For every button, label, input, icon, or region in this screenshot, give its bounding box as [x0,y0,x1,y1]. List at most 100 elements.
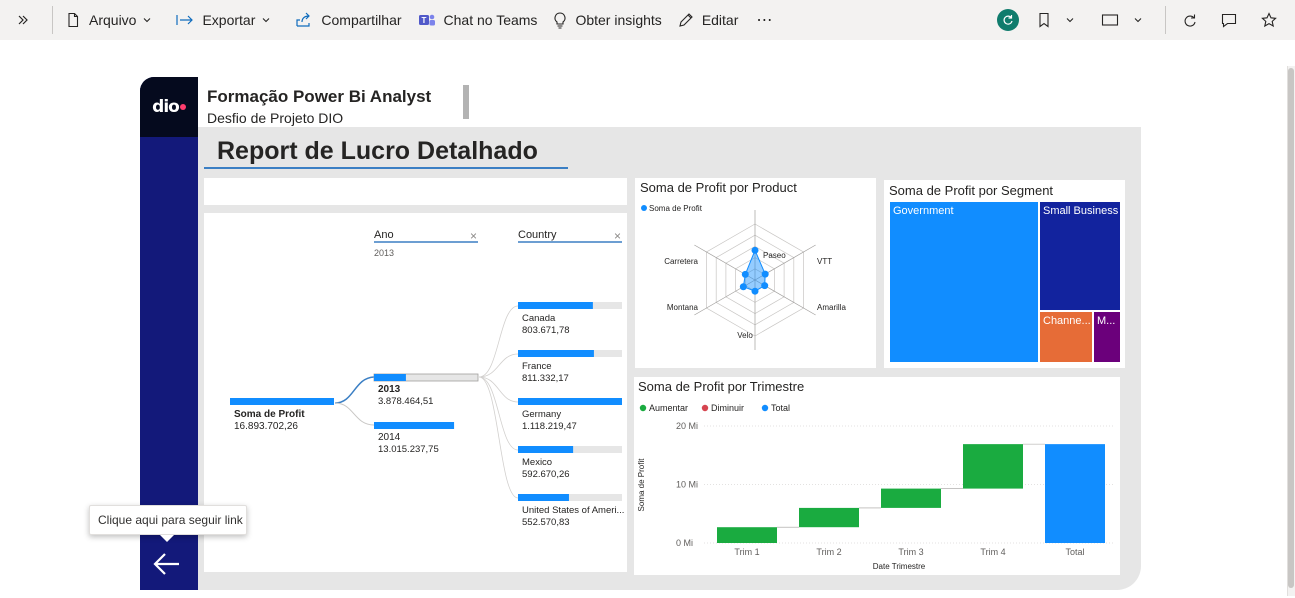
year-label[interactable]: 2013 [378,384,401,395]
country-header: Country [518,229,557,241]
toolbar-divider [1165,6,1166,34]
radar-axis-label: Amarilla [817,303,846,312]
waterfall-bar[interactable] [963,444,1023,489]
tooltip-tail [160,535,174,542]
bookmark-button[interactable] [1033,0,1087,40]
year-bar [374,422,455,429]
svg-text:T: T [421,16,426,25]
ano-header: Ano [374,229,394,241]
reload-button[interactable] [1170,0,1213,40]
waterfall-x-tick: Trim 4 [980,547,1005,557]
radar-chart: Soma de Profit Paseo VTT Amarilla Velo Monta… [641,204,846,350]
radar-point[interactable] [761,270,769,278]
radar-axis-label: Velo [737,331,753,340]
insights-label: Obter insights [575,12,662,28]
country-close-icon[interactable]: × [614,229,621,243]
view-icon [1101,14,1119,26]
more-options-button[interactable]: ⋯ [746,0,781,40]
star-icon [1261,12,1277,28]
heading-underline [204,167,568,169]
year-value: 13.015.237,75 [378,444,439,455]
tree-connector-active [334,376,375,404]
export-menu-button[interactable]: Exportar [168,0,287,40]
export-menu-label: Exportar [202,12,256,28]
year-label[interactable]: 2014 [378,432,401,443]
dio-logo: dio [140,77,198,137]
waterfall-chart-panel[interactable]: Soma de Profit por Trimestre Aumentar Dim… [634,377,1120,575]
waterfall-y-axis-title: Soma de Profit [637,458,646,512]
radar-axis-label: Paseo [763,251,786,260]
radar-axis-label: Carretera [664,257,698,266]
waterfall-bar[interactable] [881,488,941,508]
country-label[interactable]: Canada [522,313,556,324]
radar-point[interactable] [751,287,759,295]
treemap-cell-channel[interactable]: Channe... [1039,311,1093,363]
insights-button[interactable]: Obter insights [545,0,669,40]
decomposition-tree-panel[interactable]: Soma de Profit 16.893.702,26 Ano × 2013 … [204,213,627,572]
country-label[interactable]: Mexico [522,457,552,468]
root-bar [230,398,334,405]
waterfall-legend-marker [761,404,769,412]
refresh-status-icon[interactable] [997,9,1019,31]
radar-point[interactable] [751,246,759,254]
waterfall-legend-label: Total [771,403,790,413]
country-label[interactable]: United States of Ameri... [522,505,624,516]
file-menu-label: Arquivo [89,12,137,28]
chevron-down-icon [144,18,151,23]
decomposition-tree-chart: Soma de Profit 16.893.702,26 Ano × 2013 … [230,229,624,528]
radar-point[interactable] [761,282,769,290]
country-label[interactable]: France [522,361,552,372]
waterfall-bar[interactable] [1045,444,1105,543]
radar-point[interactable] [739,283,747,291]
refresh-icon [1184,14,1196,27]
waterfall-bar[interactable] [799,507,859,528]
export-icon [176,15,194,25]
ano-close-icon[interactable]: × [470,229,477,243]
scrollbar-thumb[interactable] [1288,68,1294,588]
report-title-block: Formação Power Bi Analyst Desfio de Proj… [207,87,431,126]
waterfall-y-tick: 20 Mi [676,421,698,431]
teams-icon: T [418,14,435,26]
favorite-button[interactable] [1253,0,1295,40]
treemap-cell-small-business[interactable]: Small Business [1039,201,1121,311]
link-tooltip: Clique aqui para seguir link [89,505,247,535]
treemap-cell-m[interactable]: M... [1093,311,1121,363]
back-link-button[interactable] [152,549,182,584]
waterfall-y-tick: 10 Mi [676,480,698,490]
waterfall-bar[interactable] [717,527,777,543]
treemap-cell-government[interactable]: Government [889,201,1039,363]
treemap-panel[interactable]: Soma de Profit por Segment Government Sm… [884,180,1125,368]
treemap-label-m: M... [1097,315,1116,327]
country-value: 592.670,26 [522,469,570,480]
radar-chart-panel[interactable]: Soma de Profit por Product Soma de Profi… [635,178,876,368]
view-button[interactable] [1087,0,1161,40]
radar-legend-label: Soma de Profit [649,204,703,213]
title-accent-bar [463,85,469,119]
country-label[interactable]: Germany [522,409,561,420]
waterfall-chart: Aumentar Diminuir Total 20 Mi 10 Mi 0 Mi Tri… [637,403,1114,571]
comment-button[interactable] [1213,0,1253,40]
tree-connector [478,376,519,451]
double-chevron-right-icon [18,15,28,25]
edit-button[interactable]: Editar [670,0,747,40]
pencil-icon [679,13,693,27]
radar-point[interactable] [741,270,749,278]
country-bar [518,350,594,357]
share-button[interactable]: Compartilhar [287,0,409,40]
lightbulb-icon [554,11,566,29]
tree-connector [334,402,375,426]
country-bar [518,398,622,405]
file-menu-button[interactable]: Arquivo [57,0,168,40]
waterfall-legend-label: Aumentar [649,403,688,413]
root-label: Soma de Profit [234,409,305,420]
teams-chat-button[interactable]: T Chat no Teams [410,0,546,40]
year-bar [374,374,406,381]
radar-legend-marker [641,205,647,211]
country-bar [518,494,569,501]
country-bar [518,446,574,453]
comment-icon [1221,13,1237,28]
more-options-icon: ⋯ [756,12,774,29]
waterfall-legend-label: Diminuir [711,403,744,413]
report-subtitle: Desfio de Projeto DIO [207,110,344,126]
expand-pane-button[interactable] [0,0,48,40]
